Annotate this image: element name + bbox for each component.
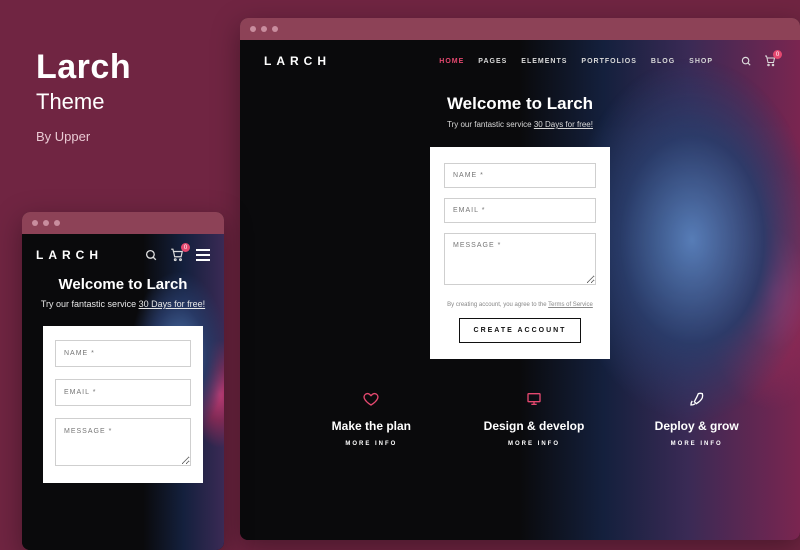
mobile-content: LARCH 0 Welcome to Larch Try our fantast… — [22, 234, 224, 550]
features-row: Make the plan MORE INFO Design & develop… — [240, 391, 800, 447]
hero-heading: Welcome to Larch — [22, 276, 224, 293]
theme-byline: By Upper — [36, 129, 131, 144]
tos-link[interactable]: Terms of Service — [548, 302, 593, 308]
cart-badge: 0 — [181, 243, 190, 252]
site-logo[interactable]: LARCH — [264, 54, 331, 68]
feature-title: Make the plan — [290, 419, 453, 433]
nav-pages[interactable]: PAGES — [478, 58, 507, 65]
window-dot — [43, 220, 49, 226]
window-dot — [32, 220, 38, 226]
hero-heading: Welcome to Larch — [240, 94, 800, 114]
hero-tagline-link[interactable]: 30 Days for free! — [139, 299, 206, 309]
rocket-icon — [615, 391, 778, 409]
window-dot — [250, 26, 256, 32]
hero-tagline-pre: Try our fantastic service — [447, 120, 534, 129]
feature-more[interactable]: MORE INFO — [615, 441, 778, 447]
signup-card — [43, 326, 203, 483]
window-dot — [54, 220, 60, 226]
window-titlebar — [22, 212, 224, 234]
mobile-nav-icons: 0 — [145, 248, 210, 262]
feature-deploy: Deploy & grow MORE INFO — [615, 391, 778, 447]
mobile-preview-window: LARCH 0 Welcome to Larch Try our fantast… — [22, 212, 224, 550]
hamburger-icon[interactable] — [196, 249, 210, 261]
message-input[interactable] — [444, 233, 596, 285]
email-input[interactable] — [55, 379, 191, 406]
message-input[interactable] — [55, 418, 191, 466]
cart-icon[interactable]: 0 — [764, 55, 776, 67]
desktop-content: LARCH HOME PAGES ELEMENTS PORTFOLIOS BLO… — [240, 40, 800, 540]
hero-tagline-pre: Try our fantastic service — [41, 299, 139, 309]
monitor-icon — [453, 391, 616, 409]
hero-tagline: Try our fantastic service 30 Days for fr… — [22, 298, 224, 312]
name-input[interactable] — [444, 163, 596, 188]
name-input[interactable] — [55, 340, 191, 367]
feature-title: Deploy & grow — [615, 419, 778, 433]
window-dot — [272, 26, 278, 32]
feature-design: Design & develop MORE INFO — [453, 391, 616, 447]
hero-tagline-link[interactable]: 30 Days for free! — [534, 120, 593, 129]
create-account-button[interactable]: CREATE ACCOUNT — [459, 318, 582, 343]
theme-title: Larch — [36, 48, 131, 87]
email-input[interactable] — [444, 198, 596, 223]
tos-pre: By creating account, you agree to the — [447, 302, 548, 308]
feature-more[interactable]: MORE INFO — [290, 441, 453, 447]
hero-section: Welcome to Larch Try our fantastic servi… — [240, 94, 800, 129]
hero-tagline: Try our fantastic service 30 Days for fr… — [240, 120, 800, 129]
tos-text: By creating account, you agree to the Te… — [444, 302, 596, 308]
window-titlebar — [240, 18, 800, 40]
signup-card: By creating account, you agree to the Te… — [430, 147, 610, 359]
desktop-preview-window: LARCH HOME PAGES ELEMENTS PORTFOLIOS BLO… — [240, 18, 800, 540]
cart-badge: 0 — [773, 50, 782, 59]
nav-home[interactable]: HOME — [439, 58, 464, 65]
heart-icon — [290, 391, 453, 409]
window-dot — [261, 26, 267, 32]
site-logo[interactable]: LARCH — [36, 248, 103, 262]
cart-icon[interactable]: 0 — [170, 248, 184, 262]
feature-plan: Make the plan MORE INFO — [290, 391, 453, 447]
mobile-top-nav: LARCH 0 — [22, 234, 224, 268]
search-icon[interactable] — [741, 56, 752, 67]
theme-subtitle: Theme — [36, 89, 131, 115]
search-icon[interactable] — [145, 249, 158, 262]
feature-more[interactable]: MORE INFO — [453, 441, 616, 447]
promo-panel: Larch Theme By Upper — [36, 48, 131, 144]
hero-section: Welcome to Larch Try our fantastic servi… — [22, 276, 224, 312]
feature-title: Design & develop — [453, 419, 616, 433]
